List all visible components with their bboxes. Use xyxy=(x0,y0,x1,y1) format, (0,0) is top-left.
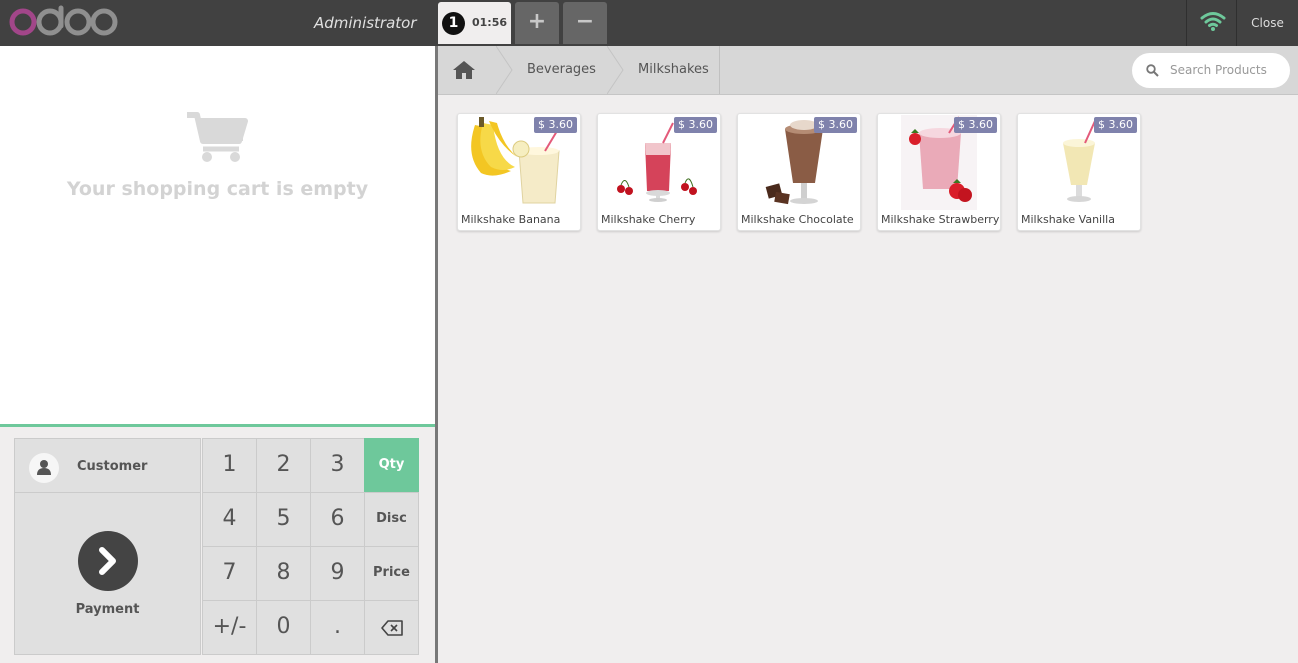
order-time: 01:56 xyxy=(472,16,508,29)
numpad-5[interactable]: 5 xyxy=(256,492,311,547)
numpad-2[interactable]: 2 xyxy=(256,438,311,493)
mode-qty-button[interactable]: Qty xyxy=(364,438,419,493)
numpad-7[interactable]: 7 xyxy=(202,546,257,601)
search-icon xyxy=(1146,64,1159,77)
price-tag: $ 3.60 xyxy=(534,117,577,133)
numpad-plus-minus[interactable]: +/- xyxy=(202,600,257,655)
product-card[interactable]: $ 3.60 Milkshake Strawberry xyxy=(877,113,1001,231)
product-name: Milkshake Cherry xyxy=(601,213,696,226)
breadcrumb-end xyxy=(719,46,720,94)
numpad-1[interactable]: 1 xyxy=(202,438,257,493)
payment-button[interactable]: Payment xyxy=(14,492,201,655)
numpad-6[interactable]: 6 xyxy=(310,492,365,547)
numpad-3[interactable]: 3 xyxy=(310,438,365,493)
price-tag: $ 3.60 xyxy=(814,117,857,133)
order-number: 1 xyxy=(442,12,465,35)
numpad-4[interactable]: 4 xyxy=(202,492,257,547)
numpad-8[interactable]: 8 xyxy=(256,546,311,601)
product-card[interactable]: $ 3.60 Milkshake Vanilla xyxy=(1017,113,1141,231)
topbar-separator xyxy=(1186,0,1187,46)
cart-icon xyxy=(187,112,248,162)
breadcrumb: Beverages Milkshakes Search Products xyxy=(438,46,1298,95)
product-card[interactable]: $ 3.60 Milkshake Banana xyxy=(457,113,581,231)
payment-label: Payment xyxy=(75,602,140,617)
numpad-9[interactable]: 9 xyxy=(310,546,365,601)
product-card[interactable]: $ 3.60 Milkshake Chocolate xyxy=(737,113,861,231)
home-icon[interactable] xyxy=(452,60,476,80)
control-pad: Customer Payment 1 2 3 Qty 4 5 6 Disc 7 … xyxy=(0,424,435,663)
remove-order-button[interactable]: − xyxy=(563,2,607,44)
backspace-button[interactable] xyxy=(364,600,419,655)
breadcrumb-separator xyxy=(607,46,624,94)
backspace-icon xyxy=(380,620,403,636)
cart-empty-message: Your shopping cart is empty xyxy=(66,178,369,200)
search-input[interactable]: Search Products xyxy=(1170,63,1267,77)
add-order-button[interactable]: + xyxy=(515,2,559,44)
product-name: Milkshake Vanilla xyxy=(1021,213,1115,226)
customer-button[interactable]: Customer xyxy=(14,438,201,493)
products-pane: Beverages Milkshakes Search Products $ 3… xyxy=(438,46,1298,663)
mode-price-button[interactable]: Price xyxy=(364,546,419,601)
product-name: Milkshake Banana xyxy=(461,213,561,226)
chevron-right-icon xyxy=(78,531,138,591)
order-tab[interactable]: 1 01:56 xyxy=(438,2,511,44)
close-button[interactable]: Close xyxy=(1237,0,1298,46)
numpad-0[interactable]: 0 xyxy=(256,600,311,655)
search-box[interactable]: Search Products xyxy=(1132,53,1290,88)
product-card[interactable]: $ 3.60 Milkshake Cherry xyxy=(597,113,721,231)
breadcrumb-separator xyxy=(496,46,513,94)
mode-disc-button[interactable]: Disc xyxy=(364,492,419,547)
user-icon xyxy=(29,453,59,483)
wifi-icon xyxy=(1200,12,1226,31)
numpad-dot[interactable]: . xyxy=(310,600,365,655)
price-tag: $ 3.60 xyxy=(954,117,997,133)
odoo-logo xyxy=(9,5,118,36)
product-name: Milkshake Chocolate xyxy=(741,213,854,226)
top-bar: Administrator 1 01:56 + − Close xyxy=(0,0,1298,46)
price-tag: $ 3.60 xyxy=(1094,117,1137,133)
breadcrumb-milkshakes[interactable]: Milkshakes xyxy=(638,62,709,77)
price-tag: $ 3.60 xyxy=(674,117,717,133)
product-name: Milkshake Strawberry xyxy=(881,213,1000,226)
customer-label: Customer xyxy=(77,459,148,474)
breadcrumb-beverages[interactable]: Beverages xyxy=(527,62,596,77)
user-name: Administrator xyxy=(314,14,417,32)
